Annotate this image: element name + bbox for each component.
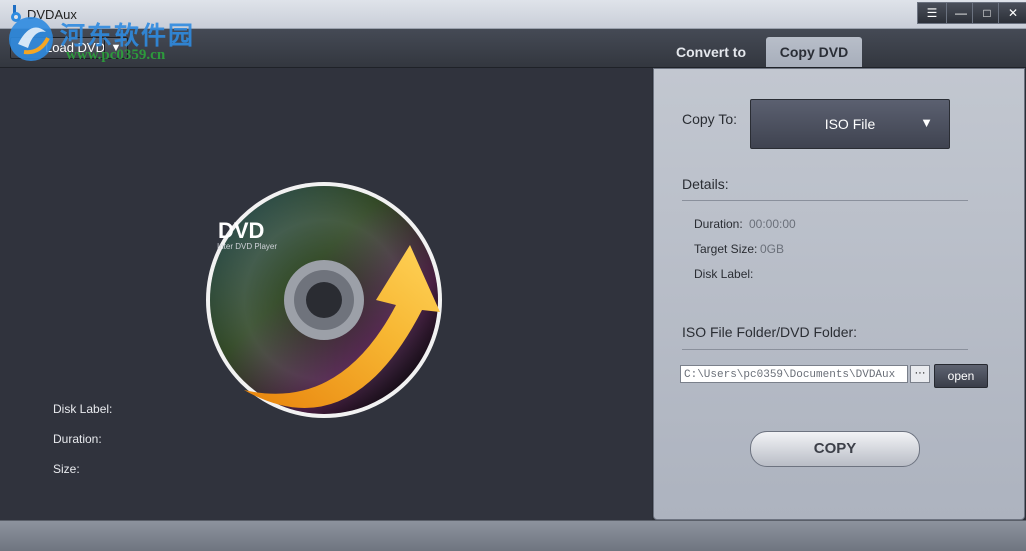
folder-path-input[interactable]: C:\Users\pc0359\Documents\DVDAux [680,365,908,383]
folder-label: ISO File Folder/DVD Folder: [682,324,858,340]
disk-label-label: Disk Label: [53,402,113,416]
chevron-down-icon: ▼ [920,115,933,130]
watermark-url: www.pc0359.cn [66,47,166,63]
browse-button[interactable]: ··· [910,365,930,383]
target-size-value: 0GB [760,242,785,256]
disc-brand: DVD [218,218,265,243]
folder-divider [682,349,968,350]
preview-pane: DVD Inter DVD Player Disk Label: Duratio… [0,68,652,520]
duration-value: 00:00:00 [749,217,796,231]
dvd-disc-icon [206,182,442,418]
details-divider [682,200,968,201]
disc-subtitle: Inter DVD Player [217,242,278,251]
menu-button[interactable]: ☰ [917,2,947,24]
close-button[interactable]: ✕ [998,2,1026,24]
details-label: Details: [682,176,729,192]
tab-copy-dvd[interactable]: Copy DVD [766,37,862,67]
open-button[interactable]: open [934,364,988,388]
copy-button[interactable]: COPY [750,431,920,467]
size-label: Size: [53,462,80,476]
disk-label-detail-label: Disk Label: [694,267,754,281]
duration-detail-label: Duration: [694,217,743,231]
status-bar [0,520,1026,551]
duration-label: Duration: [53,432,102,446]
copy-to-label: Copy To: [682,111,737,127]
copy-to-select[interactable]: ISO File ▼ [750,99,950,149]
target-size-label: Target Size: [694,242,758,256]
copy-dvd-panel: Copy To: ISO File ▼ Details: Duration: 0… [653,68,1025,520]
app-icon [11,5,21,22]
tab-convert-to[interactable]: Convert to [664,37,758,67]
